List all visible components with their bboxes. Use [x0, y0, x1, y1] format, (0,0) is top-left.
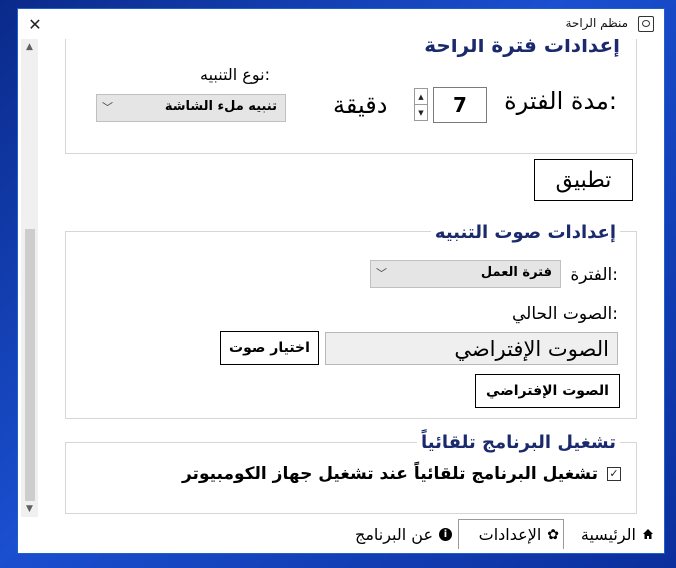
- alert-type-dropdown[interactable]: ﹀ تنبيه ملء الشاشة: [96, 94, 286, 122]
- title-bar: ✕ منظم الراحة: [18, 9, 664, 39]
- scroll-down-icon[interactable]: ▼: [21, 501, 38, 517]
- close-icon: ✕: [28, 14, 42, 34]
- window-title: منظم الراحة: [565, 16, 629, 30]
- info-icon: i: [439, 527, 452, 541]
- gear-icon: ✿: [547, 526, 559, 543]
- duration-stepper[interactable]: ▲ ▼: [414, 88, 428, 121]
- scroll-up-icon[interactable]: ▲: [21, 39, 38, 55]
- vertical-scrollbar[interactable]: ▲ ▼: [21, 39, 38, 517]
- duration-unit: دقيقة: [333, 91, 388, 119]
- apply-button[interactable]: تطبيق: [534, 159, 633, 201]
- app-icon: [638, 16, 654, 32]
- duration-input[interactable]: 7: [433, 87, 487, 123]
- tab-bar: الرئيسية الإعدادات ✿ عن البرنامج i: [18, 517, 664, 553]
- tab-settings[interactable]: الإعدادات ✿: [458, 519, 564, 549]
- tab-home[interactable]: الرئيسية: [566, 519, 660, 549]
- tab-about[interactable]: عن البرنامج i: [342, 519, 456, 549]
- settings-panel[interactable]: إعدادات فترة الراحة مدة الفترة: 7 ▲ ▼ دق…: [18, 39, 664, 517]
- chevron-down-icon: ﹀: [102, 101, 113, 114]
- alert-type-label: نوع التنبيه:: [200, 65, 270, 84]
- period-label: الفترة:: [570, 265, 618, 285]
- stepper-down-icon[interactable]: ▼: [414, 105, 428, 121]
- autostart-heading: تشغيل البرنامج تلقائياً: [417, 432, 620, 453]
- sound-settings-heading: إعدادات صوت التنبيه: [430, 222, 620, 243]
- autostart-checkbox-label[interactable]: تشغيل البرنامج تلقائياً عند تشغيل جهاز ا…: [182, 464, 598, 484]
- break-settings-heading: إعدادات فترة الراحة: [424, 39, 620, 57]
- home-icon: [643, 529, 653, 539]
- chevron-down-icon: ﹀: [376, 267, 387, 280]
- close-button[interactable]: ✕: [20, 9, 50, 39]
- scrollbar-thumb[interactable]: [25, 229, 35, 501]
- default-sound-button[interactable]: الصوت الإفتراضي: [475, 374, 620, 408]
- app-window: ✕ منظم الراحة إعدادات فترة الراحة مدة ال…: [18, 9, 664, 553]
- stepper-up-icon[interactable]: ▲: [414, 88, 428, 105]
- current-sound-label: الصوت الحالي:: [512, 304, 618, 324]
- current-sound-field: الصوت الإفتراضي: [325, 332, 618, 365]
- duration-label: مدة الفترة:: [504, 87, 617, 115]
- choose-sound-button[interactable]: اختيار صوت: [220, 331, 319, 365]
- period-dropdown[interactable]: ﹀ فترة العمل: [370, 260, 561, 288]
- autostart-checkbox[interactable]: ✓: [607, 467, 621, 481]
